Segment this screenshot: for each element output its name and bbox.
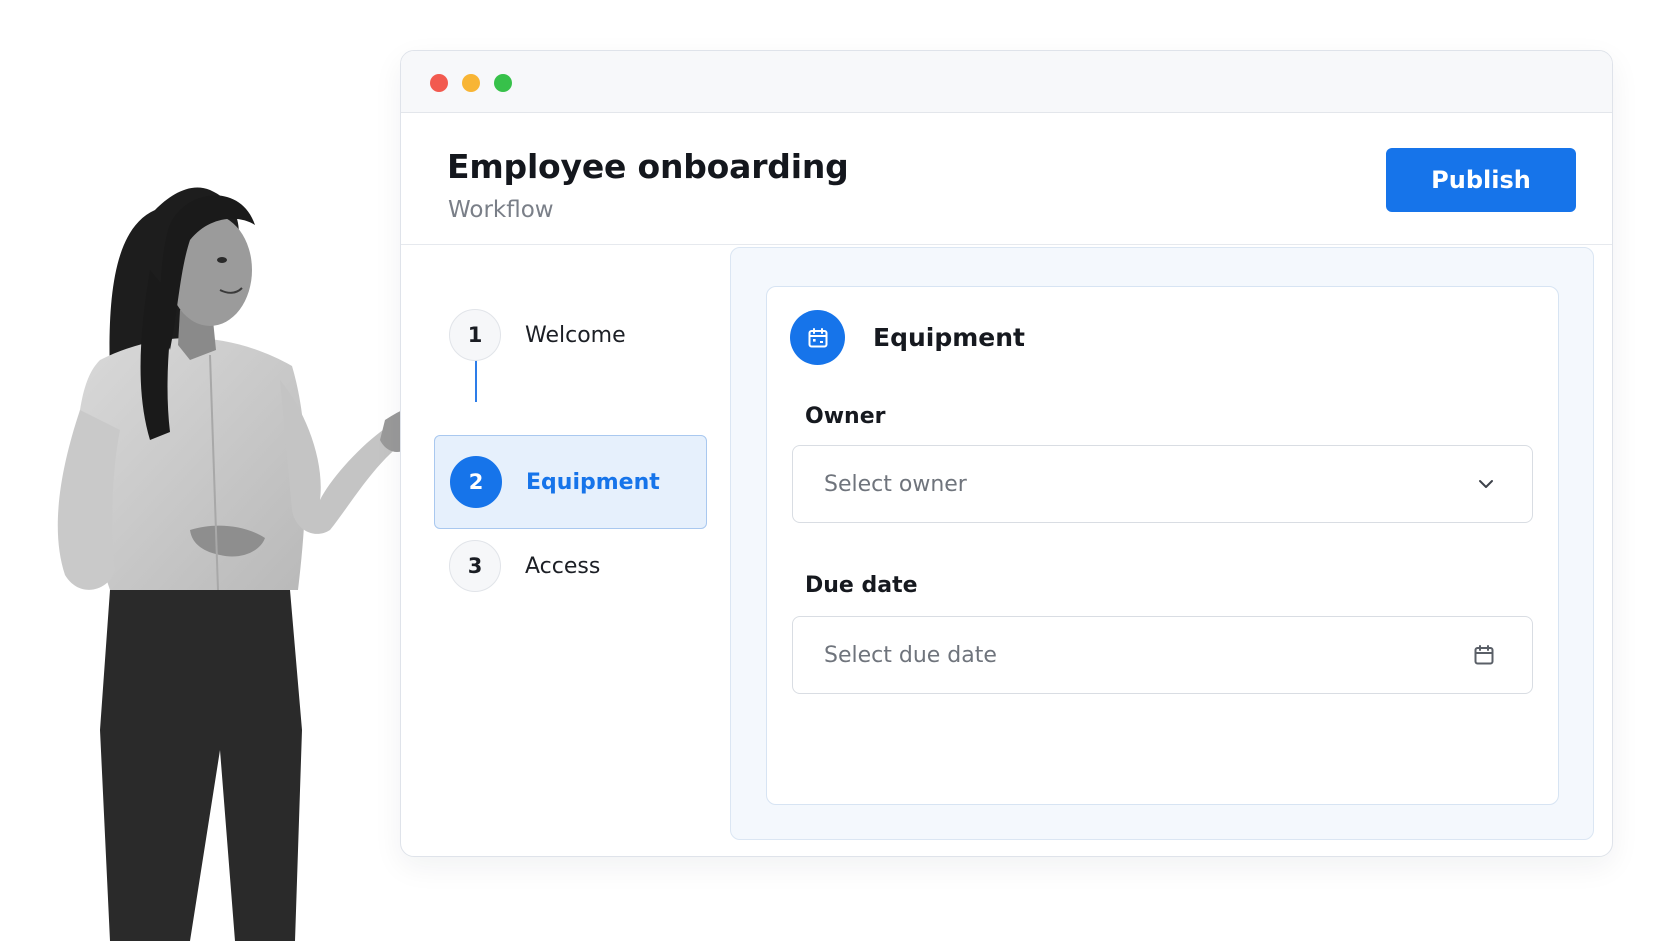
step-number: 1 (449, 309, 501, 361)
page-header: Employee onboarding Workflow Publish (401, 113, 1612, 245)
step-label: Equipment (526, 469, 660, 495)
publish-button[interactable]: Publish (1386, 148, 1576, 212)
workflow-steps: 1 Welcome 2 Equipment 3 Access (401, 247, 721, 856)
chevron-down-icon (1476, 474, 1496, 494)
minimize-window-button[interactable] (462, 74, 480, 92)
step-detail-panel: Equipment Owner Select owner Due date Se… (730, 247, 1594, 840)
due-date-label: Due date (805, 573, 918, 598)
owner-label: Owner (805, 404, 886, 429)
maximize-window-button[interactable] (494, 74, 512, 92)
due-date-placeholder: Select due date (824, 642, 997, 668)
close-window-button[interactable] (430, 74, 448, 92)
app-window: Employee onboarding Workflow Publish 1 W… (400, 50, 1613, 857)
presenter-photo (57, 187, 438, 941)
step-label: Welcome (525, 322, 626, 348)
step-number: 2 (450, 456, 502, 508)
due-date-picker[interactable]: Select due date (792, 616, 1533, 694)
page-title: Employee onboarding (447, 147, 849, 186)
step-number: 3 (449, 540, 501, 592)
owner-select[interactable]: Select owner (792, 445, 1533, 523)
equipment-card: Equipment Owner Select owner Due date Se… (766, 286, 1559, 805)
step-label: Access (525, 553, 601, 579)
window-titlebar (401, 51, 1612, 113)
card-title: Equipment (873, 323, 1025, 352)
owner-placeholder: Select owner (824, 471, 967, 497)
calendar-icon[interactable] (1472, 643, 1496, 667)
step-equipment[interactable]: 2 Equipment (434, 435, 707, 529)
page-subtitle: Workflow (448, 197, 554, 223)
calendar-icon (790, 310, 845, 365)
step-welcome[interactable]: 1 Welcome (434, 288, 707, 382)
step-access[interactable]: 3 Access (434, 519, 707, 613)
